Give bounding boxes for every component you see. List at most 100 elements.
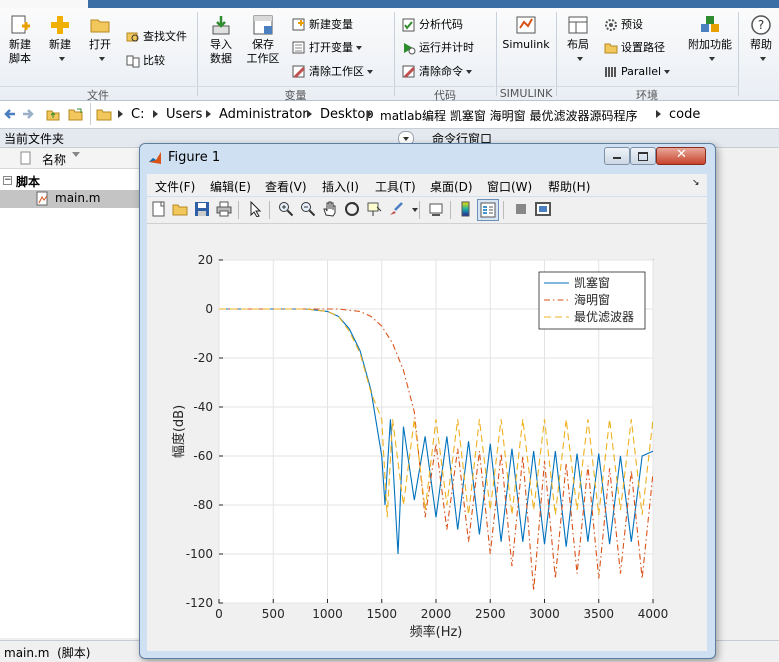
- current-folder-title: 当前文件夹: [4, 132, 65, 146]
- minimize-icon: [613, 157, 621, 159]
- menu-view[interactable]: 查看(V): [265, 178, 307, 195]
- layout-button[interactable]: 布局: [562, 14, 594, 66]
- legend-toggle-button[interactable]: [477, 199, 499, 221]
- menu-tools[interactable]: 工具(T): [375, 178, 416, 195]
- x-tick-label: 2000: [421, 607, 452, 621]
- help-label: 帮助: [750, 38, 772, 51]
- clear-commands-button[interactable]: 清除命令: [402, 63, 472, 81]
- close-icon: ✕: [676, 147, 687, 162]
- menu-window[interactable]: 窗口(W): [487, 178, 532, 195]
- parallel-label: Parallel: [621, 65, 662, 78]
- new-script-button[interactable]: 新建 脚本: [4, 14, 36, 66]
- analyze-code-button[interactable]: 分析代码: [402, 16, 463, 34]
- preferences-button[interactable]: 预设: [604, 16, 643, 34]
- import-label: 导入 数据: [210, 38, 232, 65]
- x-tick-label: 3500: [583, 607, 614, 621]
- legend-label: 最优滤波器: [574, 310, 634, 324]
- folder-icon: [96, 109, 112, 121]
- breadcrumb-item[interactable]: Desktop: [320, 107, 374, 122]
- simulink-button[interactable]: Simulink: [500, 14, 552, 52]
- add-ons-button[interactable]: 附加功能: [686, 14, 734, 66]
- open-button[interactable]: 打开: [84, 14, 116, 66]
- divider: [197, 12, 198, 96]
- chevron-down-icon[interactable]: [412, 208, 418, 212]
- new-variable-button[interactable]: 新建变量: [292, 16, 353, 34]
- menu-help[interactable]: 帮助(H): [548, 178, 590, 195]
- browse-folder-icon[interactable]: [68, 107, 84, 121]
- figure-window[interactable]: Figure 1 ✕ 文件(F) 编辑(E) 查看(V) 插入(I) 工具(T)…: [139, 143, 716, 659]
- name-column-header[interactable]: 名称: [42, 151, 66, 168]
- svg-text:?: ?: [758, 18, 764, 32]
- file-list-header[interactable]: 名称: [0, 148, 145, 169]
- address-bar: C: Users Administrator Desktop matlab编程 …: [0, 101, 779, 129]
- hide-plot-tools-icon[interactable]: [513, 201, 529, 217]
- rotate-3d-icon[interactable]: [344, 201, 360, 217]
- ribbon: 新建 脚本 新建 打开 查找文件 比较 文件 导入 数据 保存 工作区 新建变量…: [0, 8, 779, 102]
- breadcrumb-item[interactable]: Administrator: [219, 107, 308, 122]
- save-workspace-button[interactable]: 保存 工作区: [243, 14, 283, 66]
- menu-file[interactable]: 文件(F): [155, 178, 195, 195]
- set-path-label: 设置路径: [621, 41, 665, 54]
- add-ons-label: 附加功能: [688, 38, 732, 51]
- find-files-icon: [126, 32, 139, 42]
- group-code-label: 代码: [395, 86, 495, 102]
- analyze-icon: [402, 18, 415, 32]
- tab-shortcuts[interactable]: [270, 0, 350, 8]
- legend-label: 海明窗: [574, 292, 610, 307]
- chevron-down-icon: [664, 70, 671, 74]
- figure-titlebar[interactable]: Figure 1 ✕: [140, 144, 715, 172]
- link-plot-icon[interactable]: [428, 201, 444, 217]
- matlab-file-icon: [36, 191, 48, 206]
- find-files-button[interactable]: 查找文件: [126, 28, 187, 46]
- breadcrumb-separator-icon: [367, 110, 372, 118]
- list-group-row[interactable]: − 脚本: [0, 172, 145, 190]
- new-button[interactable]: 新建: [44, 14, 76, 66]
- x-tick-label: 4000: [638, 607, 669, 621]
- print-icon[interactable]: [216, 201, 232, 217]
- breadcrumb-separator-icon: [118, 110, 123, 118]
- zoom-out-icon[interactable]: [300, 201, 316, 217]
- collapse-icon[interactable]: −: [3, 176, 12, 185]
- open-variable-button[interactable]: 打开变量: [292, 39, 362, 57]
- divider: [496, 12, 497, 96]
- tab-plots[interactable]: [100, 0, 160, 8]
- pointer-icon[interactable]: [247, 201, 263, 217]
- new-figure-icon[interactable]: [151, 201, 167, 217]
- breadcrumb-item[interactable]: C:: [131, 107, 144, 122]
- forward-arrow-icon[interactable]: [21, 107, 35, 121]
- clear-workspace-button[interactable]: 清除工作区: [292, 63, 373, 81]
- zoom-in-icon[interactable]: [278, 201, 294, 217]
- minimize-button[interactable]: [604, 147, 630, 165]
- pan-hand-icon[interactable]: [322, 201, 338, 217]
- menu-edit[interactable]: 编辑(E): [210, 178, 251, 195]
- close-button[interactable]: ✕: [656, 147, 706, 165]
- run-and-time-button[interactable]: 运行并计时: [402, 39, 474, 57]
- open-file-icon[interactable]: [172, 201, 188, 217]
- maximize-button[interactable]: [630, 147, 656, 165]
- set-path-button[interactable]: 设置路径: [604, 39, 665, 57]
- data-cursor-icon[interactable]: [366, 201, 382, 217]
- divider: [269, 201, 270, 219]
- save-icon[interactable]: [194, 201, 210, 217]
- import-icon: [212, 16, 230, 35]
- dock-arrow-icon[interactable]: ↘: [692, 178, 700, 188]
- import-data-button[interactable]: 导入 数据: [203, 14, 239, 66]
- compare-button[interactable]: 比较: [126, 52, 165, 70]
- back-arrow-icon[interactable]: [3, 107, 17, 121]
- divider: [238, 201, 239, 219]
- colorbar-icon[interactable]: [458, 201, 474, 217]
- show-plot-tools-icon[interactable]: [535, 201, 551, 217]
- brush-icon[interactable]: [388, 201, 404, 217]
- breadcrumb-item[interactable]: code: [669, 107, 700, 122]
- up-folder-icon[interactable]: [46, 107, 60, 121]
- breadcrumb-item[interactable]: matlab编程 凯塞窗 海明窗 最优滤波器源码程序: [380, 107, 638, 124]
- tab-apps[interactable]: [188, 0, 248, 8]
- help-button[interactable]: ? 帮助: [744, 14, 778, 66]
- y-tick-label: -100: [186, 547, 213, 561]
- menu-desktop[interactable]: 桌面(D): [430, 178, 473, 195]
- list-item[interactable]: main.m: [0, 190, 145, 208]
- parallel-button[interactable]: Parallel: [604, 63, 671, 81]
- tab-home[interactable]: [0, 0, 88, 8]
- breadcrumb-item[interactable]: Users: [166, 107, 202, 122]
- menu-insert[interactable]: 插入(I): [322, 178, 359, 195]
